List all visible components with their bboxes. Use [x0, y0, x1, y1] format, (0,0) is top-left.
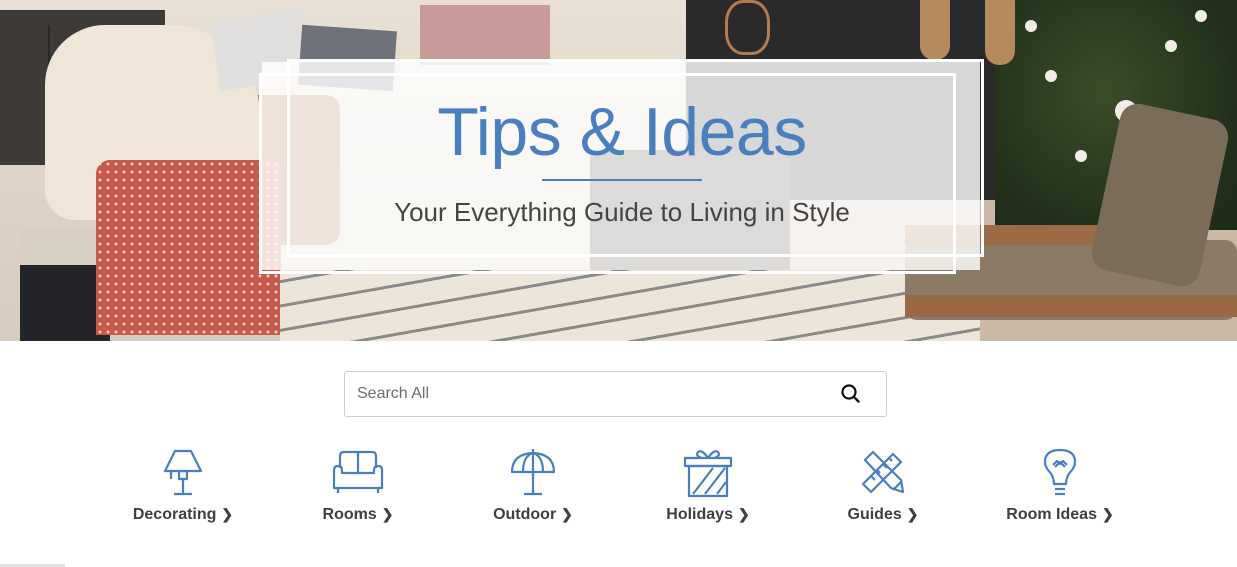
search-input[interactable]: [345, 372, 825, 416]
chevron-right-icon: ❯: [906, 506, 919, 522]
chevron-right-icon: ❯: [1101, 506, 1114, 522]
category-guides[interactable]: Guides ❯: [793, 448, 973, 533]
sofa-icon: [332, 450, 384, 493]
hero-photo-ornament: [1045, 70, 1057, 82]
search-bar: [344, 371, 887, 417]
category-outdoor[interactable]: Outdoor ❯: [443, 448, 623, 533]
ruler-pencil-icon: [861, 450, 905, 494]
category-rooms[interactable]: Rooms ❯: [268, 448, 448, 533]
umbrella-icon: [510, 449, 556, 496]
chevron-right-icon: ❯: [561, 506, 573, 522]
search-icon: [841, 384, 860, 403]
chevron-right-icon: ❯: [221, 506, 234, 522]
category-label: Rooms ❯: [322, 506, 394, 523]
hero-photo-stocking: [985, 0, 1015, 65]
category-label: Guides ❯: [847, 506, 919, 523]
hero-photo-pillow: [420, 5, 550, 65]
title-divider: [542, 179, 702, 181]
lightbulb-icon: [1043, 448, 1077, 496]
hero-photo-rug: [280, 270, 980, 341]
category-label: Outdoor ❯: [493, 506, 573, 523]
hero-photo-chair-base: [905, 295, 1237, 317]
gift-icon: [683, 450, 733, 498]
chevron-right-icon: ❯: [381, 506, 394, 522]
hero-photo-ornament: [1165, 40, 1177, 52]
category-label: Decorating ❯: [132, 506, 234, 523]
category-decorating[interactable]: Decorating ❯: [93, 448, 273, 533]
hero-photo-ornament: [1025, 20, 1037, 32]
page-title: Tips & Ideas: [437, 94, 807, 170]
hero-photo-red-throw: [96, 160, 281, 335]
hero-photo-ornament: [1195, 10, 1207, 22]
category-holidays[interactable]: Holidays ❯: [618, 448, 798, 533]
category-room-ideas[interactable]: Room Ideas ❯: [970, 448, 1150, 533]
category-label: Holidays ❯: [666, 506, 750, 523]
hero-photo-stocking: [920, 0, 950, 60]
search-button[interactable]: [840, 383, 862, 405]
hero-banner: Tips & Ideas Your Everything Guide to Li…: [0, 0, 1237, 341]
hero-photo-reindeer: [725, 0, 770, 55]
chevron-right-icon: ❯: [737, 506, 750, 522]
page-subtitle: Your Everything Guide to Living in Style: [394, 197, 850, 227]
category-label: Room Ideas ❯: [1006, 506, 1114, 523]
lamp-icon: [163, 449, 203, 496]
